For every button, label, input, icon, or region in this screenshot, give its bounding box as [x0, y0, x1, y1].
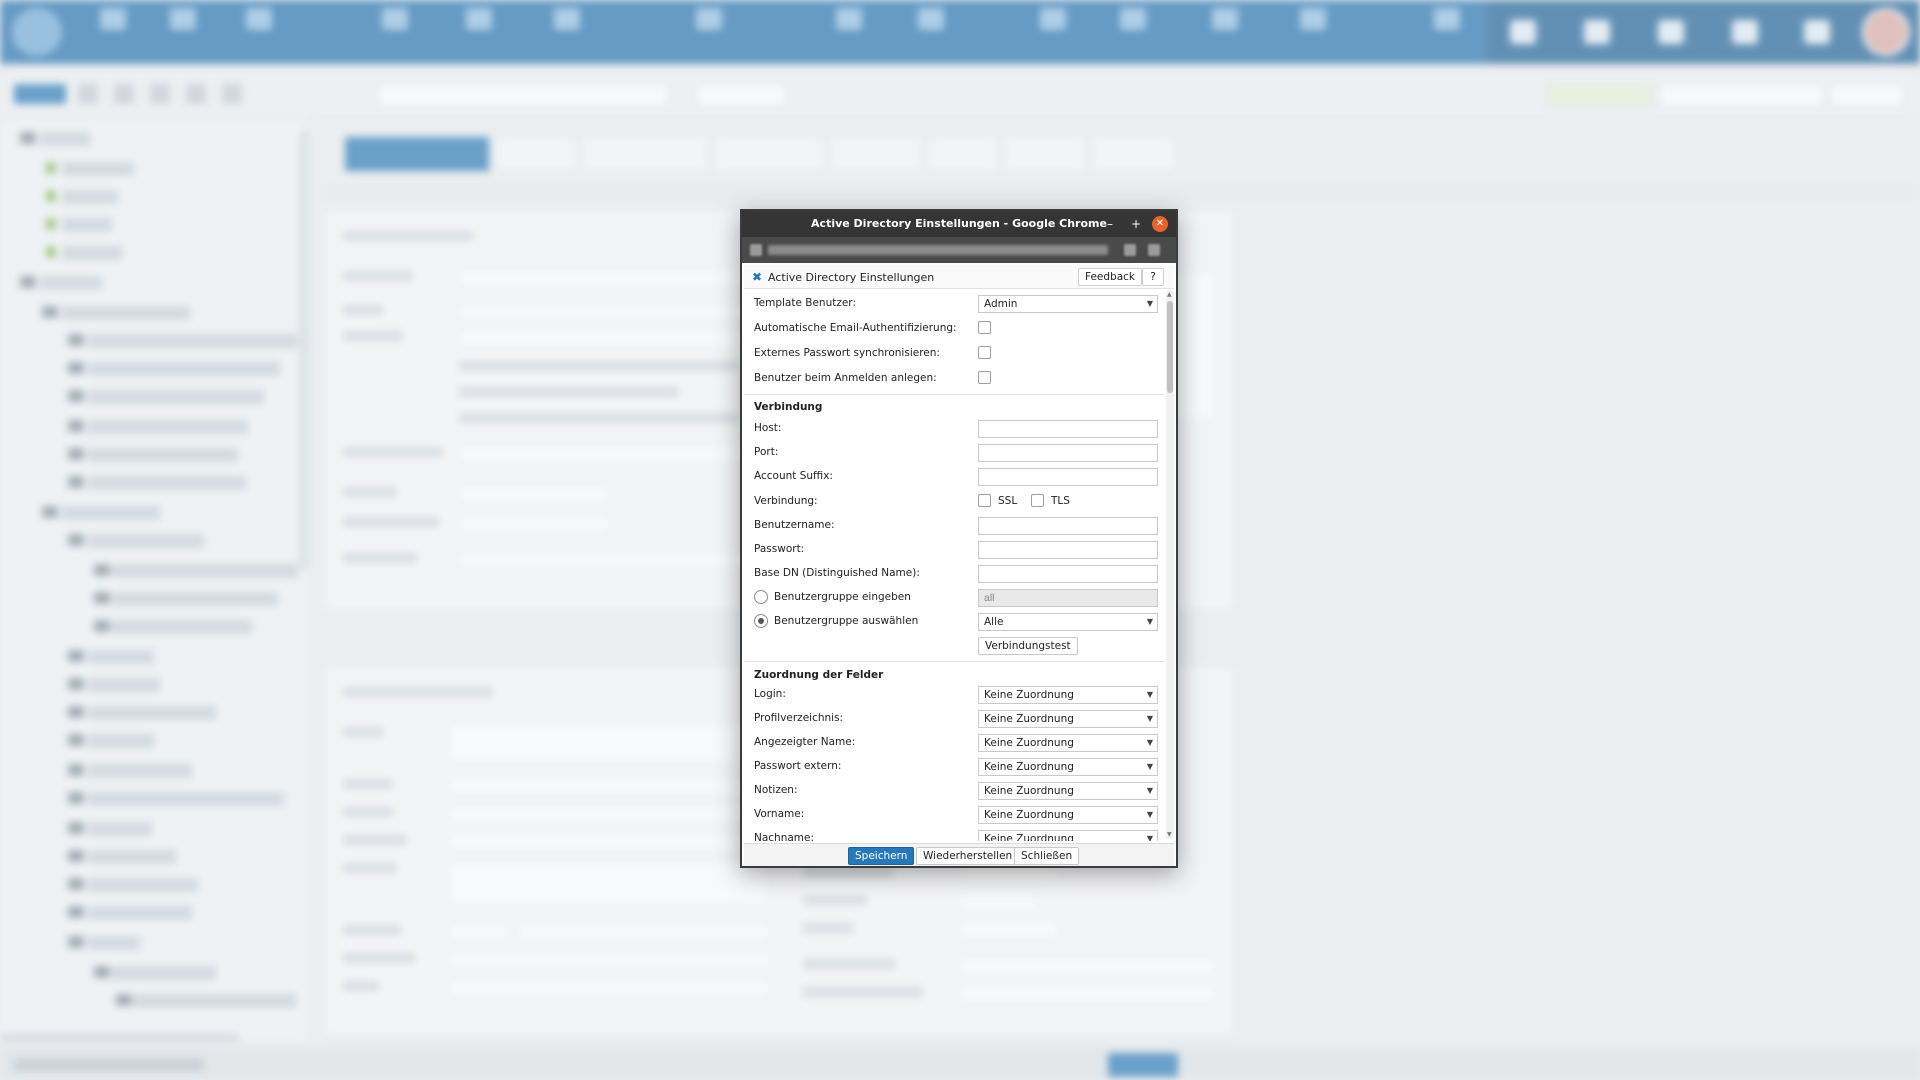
mapping-notes-label: Notizen:	[754, 784, 798, 796]
browser-url	[768, 245, 1108, 255]
mapping-notes-value: Keine Zuordnung	[984, 785, 1074, 797]
group-enter-label: Benutzergruppe eingeben	[774, 591, 911, 603]
mapping-last-name-value: Keine Zuordnung	[984, 833, 1074, 841]
scroll-up-icon[interactable]: ▲	[1167, 291, 1172, 298]
group-enter-radio[interactable]	[754, 590, 768, 604]
account-suffix-input[interactable]	[978, 468, 1158, 486]
host-label: Host:	[754, 422, 782, 434]
mapping-display-name-select[interactable]: Keine Zuordnung ▼	[978, 734, 1158, 752]
mapping-login-value: Keine Zuordnung	[984, 689, 1074, 701]
chevron-down-icon: ▼	[1146, 714, 1153, 723]
port-label: Port:	[754, 446, 779, 458]
mapping-first-name-label: Vorname:	[754, 808, 805, 820]
dialog-scrollbar-thumb[interactable]	[1167, 301, 1173, 393]
chevron-down-icon: ▼	[1146, 617, 1153, 626]
dialog-title: Active Directory Einstellungen	[768, 271, 935, 284]
username-input[interactable]	[978, 517, 1158, 535]
dialog-header: ✖ Active Directory Einstellungen Feedbac…	[744, 265, 1174, 289]
mapping-last-name-select[interactable]: Keine Zuordnung ▼	[978, 830, 1158, 841]
mapping-login-label: Login:	[754, 688, 786, 700]
mapping-notes-select[interactable]: Keine Zuordnung ▼	[978, 782, 1158, 800]
port-input[interactable]	[978, 444, 1158, 462]
sync-external-password-label: Externes Passwort synchronisieren:	[754, 347, 940, 359]
mapping-external-password-select[interactable]: Keine Zuordnung ▼	[978, 758, 1158, 776]
tls-checkbox[interactable]	[1031, 494, 1044, 507]
chevron-down-icon: ▼	[1146, 834, 1153, 841]
group-select-label: Benutzergruppe auswählen	[774, 615, 919, 627]
auto-email-auth-label: Automatische Email-Authentifizierung:	[754, 322, 957, 334]
restore-button[interactable]: Wiederherstellen	[916, 847, 1020, 865]
copy-icon[interactable]	[1124, 244, 1136, 256]
group-enter-input	[978, 589, 1158, 607]
chevron-down-icon: ▼	[1146, 762, 1153, 771]
chevron-down-icon: ▼	[1146, 810, 1153, 819]
ssl-label: SSL	[998, 495, 1018, 507]
tools-icon: ✖	[752, 270, 763, 284]
mapping-display-name-value: Keine Zuordnung	[984, 737, 1074, 749]
chevron-down-icon: ▼	[1146, 299, 1153, 308]
chevron-down-icon: ▼	[1146, 786, 1153, 795]
group-select[interactable]: Alle ▼	[978, 613, 1158, 631]
connection-section-title: Verbindung	[754, 401, 823, 413]
mapping-first-name-value: Keine Zuordnung	[984, 809, 1074, 821]
divider	[744, 661, 1164, 662]
host-input[interactable]	[978, 420, 1158, 438]
scroll-down-icon[interactable]: ▼	[1167, 831, 1172, 838]
mapping-external-password-value: Keine Zuordnung	[984, 761, 1074, 773]
window-titlebar[interactable]: Active Directory Einstellungen - Google …	[742, 211, 1176, 237]
connection-type-label: Verbindung:	[754, 495, 818, 507]
chevron-down-icon: ▼	[1146, 738, 1153, 747]
save-button[interactable]: Speichern	[848, 847, 915, 865]
close-icon[interactable]: ✕	[1152, 216, 1168, 232]
active-directory-dialog: Active Directory Einstellungen - Google …	[740, 209, 1178, 868]
template-user-select[interactable]: Admin ▼	[978, 295, 1158, 313]
divider	[744, 394, 1164, 395]
create-on-login-checkbox[interactable]	[978, 371, 991, 384]
username-label: Benutzername:	[754, 519, 835, 531]
password-label: Passwort:	[754, 543, 805, 555]
connection-test-button[interactable]: Verbindungstest	[978, 637, 1078, 655]
key-icon[interactable]	[1148, 244, 1160, 256]
password-input[interactable]	[978, 541, 1158, 559]
template-user-value: Admin	[984, 298, 1018, 310]
help-button[interactable]: ?	[1142, 268, 1164, 286]
mapping-section-title: Zuordnung der Felder	[754, 669, 884, 681]
mapping-external-password-label: Passwort extern:	[754, 760, 842, 772]
browser-url-bar	[742, 237, 1176, 263]
auto-email-auth-checkbox[interactable]	[978, 321, 991, 334]
group-select-value: Alle	[984, 616, 1004, 628]
template-user-label: Template Benutzer:	[754, 297, 856, 309]
mapping-profile-dir-select[interactable]: Keine Zuordnung ▼	[978, 710, 1158, 728]
base-dn-label: Base DN (Distinguished Name):	[754, 567, 920, 579]
chevron-down-icon: ▼	[1146, 690, 1153, 699]
dialog-body[interactable]: Template Benutzer: Admin ▼ Automatische …	[744, 291, 1174, 841]
mapping-last-name-label: Nachname:	[754, 832, 815, 841]
lock-icon	[750, 244, 762, 256]
tls-label: TLS	[1051, 495, 1070, 507]
mapping-profile-dir-label: Profilverzeichnis:	[754, 712, 844, 724]
feedback-button[interactable]: Feedback	[1078, 268, 1143, 286]
close-button[interactable]: Schließen	[1014, 847, 1080, 865]
maximize-icon[interactable]: +	[1128, 216, 1144, 232]
dialog-footer: Speichern Wiederherstellen Schließen	[744, 843, 1174, 866]
account-suffix-label: Account Suffix:	[754, 470, 833, 482]
minimize-icon[interactable]: –	[1102, 216, 1118, 232]
group-select-radio[interactable]	[754, 614, 768, 628]
ssl-checkbox[interactable]	[978, 494, 991, 507]
mapping-first-name-select[interactable]: Keine Zuordnung ▼	[978, 806, 1158, 824]
sync-external-password-checkbox[interactable]	[978, 346, 991, 359]
mapping-display-name-label: Angezeigter Name:	[754, 736, 856, 748]
base-dn-input[interactable]	[978, 565, 1158, 583]
create-on-login-label: Benutzer beim Anmelden anlegen:	[754, 372, 937, 384]
mapping-profile-dir-value: Keine Zuordnung	[984, 713, 1074, 725]
mapping-login-select[interactable]: Keine Zuordnung ▼	[978, 686, 1158, 704]
